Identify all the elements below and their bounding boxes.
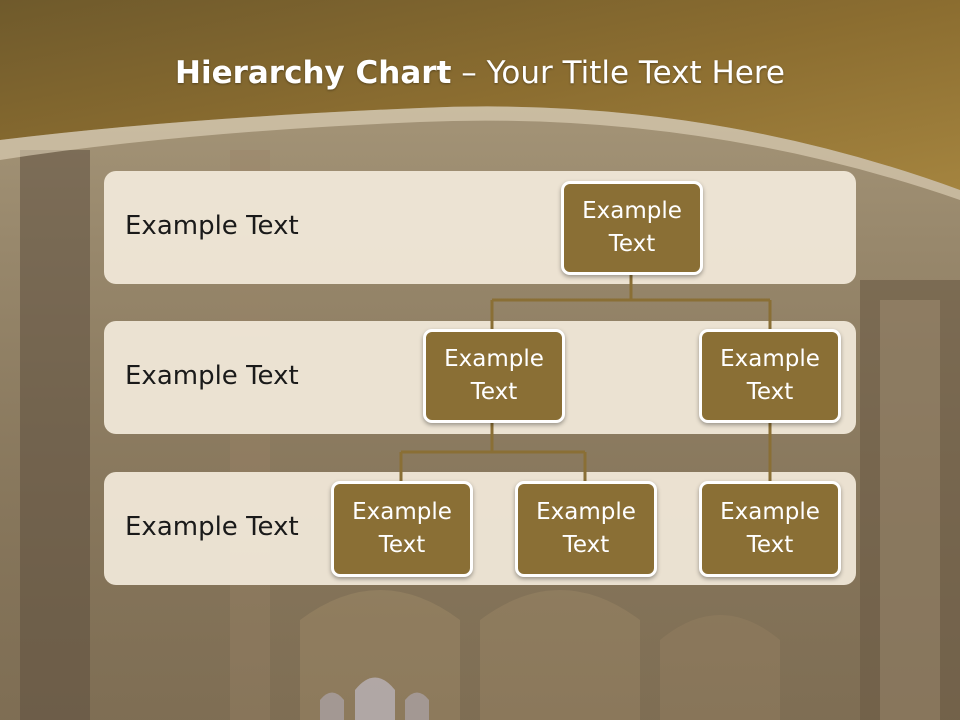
node-level3-b-line2: Text	[562, 532, 610, 558]
node-level2-right[interactable]: Example Text	[699, 329, 841, 423]
node-level2-right-line2: Text	[746, 379, 794, 405]
node-level3-a-line2: Text	[378, 532, 426, 558]
node-level3-c-line2: Text	[746, 532, 794, 558]
node-level3-c[interactable]: Example Text	[699, 481, 841, 577]
node-level3-c-line1: Example	[720, 499, 820, 525]
slide: Hierarchy Chart – Your Title Text Here E…	[0, 0, 960, 720]
node-level2-right-line1: Example	[720, 346, 820, 372]
node-level2-left[interactable]: Example Text	[423, 329, 565, 423]
node-level2-left-line1: Example	[444, 346, 544, 372]
node-level3-b-line1: Example	[536, 499, 636, 525]
node-root-line1: Example	[582, 198, 682, 224]
node-level3-a[interactable]: Example Text	[331, 481, 473, 577]
node-root[interactable]: Example Text	[561, 181, 703, 275]
node-level3-a-line1: Example	[352, 499, 452, 525]
node-root-line2: Text	[608, 231, 656, 257]
node-level2-left-line2: Text	[470, 379, 518, 405]
node-level3-b[interactable]: Example Text	[515, 481, 657, 577]
